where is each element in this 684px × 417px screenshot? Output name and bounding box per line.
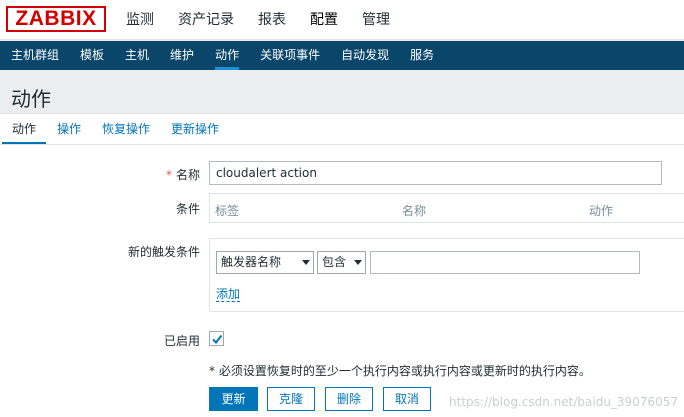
submenu-correlation[interactable]: 关联项事件 [260, 41, 320, 70]
content-panel: 动作 操作 恢复操作 更新操作 * 名称 cloudalert action 条件… [0, 113, 684, 417]
menu-monitoring[interactable]: 监测 [126, 0, 154, 40]
tab-bar: 动作 操作 恢复操作 更新操作 [1, 114, 240, 144]
chevron-down-icon [302, 260, 310, 265]
name-input[interactable]: cloudalert action [209, 161, 662, 185]
submenu-maintenance[interactable]: 维护 [170, 41, 194, 70]
required-mark: * [165, 168, 172, 182]
submenu-templates[interactable]: 模板 [80, 41, 104, 70]
submenu-hosts[interactable]: 主机 [125, 41, 149, 70]
top-menu: 监测 资产记录 报表 配置 管理 [126, 0, 414, 40]
enabled-checkbox[interactable] [209, 331, 224, 346]
menu-reports[interactable]: 报表 [258, 0, 286, 40]
conditions-label: 条件 [175, 202, 200, 216]
cancel-button[interactable]: 取消 [383, 387, 431, 411]
menu-administration[interactable]: 管理 [362, 0, 390, 40]
tab-operations[interactable]: 操作 [57, 114, 81, 144]
condition-value-input[interactable] [370, 251, 640, 274]
zabbix-logo[interactable]: ZABBIX [6, 6, 106, 32]
new-condition-label: 新的触发条件 [127, 245, 200, 259]
tab-update-operations[interactable]: 更新操作 [171, 114, 219, 144]
condition-operator-select[interactable]: 包含 [317, 251, 366, 274]
condition-type-select[interactable]: 触发器名称 [216, 251, 314, 274]
clone-button[interactable]: 克隆 [267, 387, 315, 411]
tab-recovery-operations[interactable]: 恢复操作 [102, 114, 150, 144]
submenu-discovery[interactable]: 自动发现 [341, 41, 389, 70]
submenu-services[interactable]: 服务 [410, 41, 434, 70]
name-label: * 名称 [165, 168, 200, 182]
watermark: https://blog.csdn.net/baidu_39076057 [449, 395, 678, 409]
menu-configuration[interactable]: 配置 [310, 0, 338, 40]
new-condition-box: 触发器名称 包含 添加 [209, 238, 684, 312]
enabled-label: 已启用 [163, 334, 200, 348]
chevron-down-icon [354, 260, 362, 265]
add-condition-link[interactable]: 添加 [216, 287, 241, 302]
sub-menu: 主机群组 模板 主机 维护 动作 关联项事件 自动发现 服务 [0, 41, 684, 70]
top-bar: ZABBIX 监测 资产记录 报表 配置 管理 [0, 0, 684, 40]
conditions-table: 标签 名称 动作 [209, 193, 684, 223]
column-name: 名称 [402, 204, 427, 218]
check-icon [212, 334, 223, 345]
page-title: 动作 [11, 87, 51, 111]
required-note: * 必须设置恢复时的至少一个执行内容或执行内容或更新时的执行内容。 [209, 364, 591, 378]
submenu-actions[interactable]: 动作 [215, 41, 240, 70]
menu-inventory[interactable]: 资产记录 [178, 0, 234, 40]
submenu-host-groups[interactable]: 主机群组 [11, 41, 59, 70]
tab-divider [0, 144, 684, 145]
delete-button[interactable]: 删除 [325, 387, 373, 411]
tab-action[interactable]: 动作 [1, 114, 47, 144]
column-label: 标签 [215, 204, 240, 218]
update-button[interactable]: 更新 [209, 387, 258, 411]
column-action: 动作 [589, 204, 614, 218]
